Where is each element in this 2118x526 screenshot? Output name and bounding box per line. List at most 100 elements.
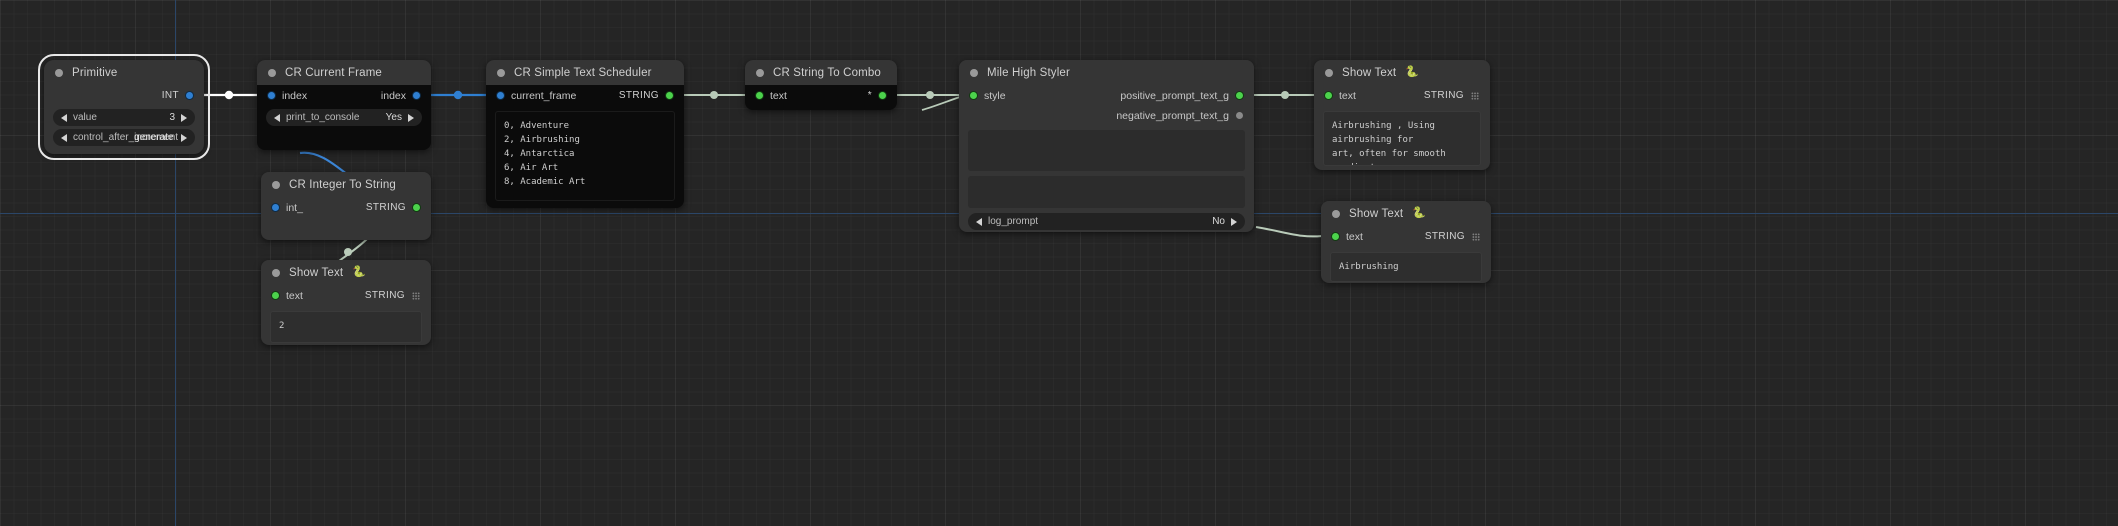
scheduler-io-row[interactable]: current_frame STRING [486,85,684,106]
collapse-dot-icon[interactable] [268,68,276,77]
collapse-dot-icon[interactable] [1325,68,1333,77]
node-show-text-top-right[interactable]: Show Text 🐍 text STRING Airbrushing , Us… [1314,60,1490,170]
node-cr-current-frame[interactable]: CR Current Frame index index print_to_co… [257,60,431,150]
resize-grip-icon[interactable] [412,291,420,300]
collapse-dot-icon[interactable] [497,68,505,77]
node-show-text-bottom-right[interactable]: Show Text 🐍 text STRING Airbrushing [1321,201,1491,283]
show-text-top-content[interactable]: Airbrushing , Using airbrushing for art,… [1323,111,1481,166]
styler-negative-label: negative_prompt_text_g [1116,109,1229,122]
positive-output-dot-icon[interactable] [1236,92,1243,99]
cr-current-frame-io-row[interactable]: index index [257,85,431,106]
int-input-dot-icon[interactable] [272,204,279,211]
index-input-dot-icon[interactable] [268,92,275,99]
node-show-text-bottom-left[interactable]: Show Text 🐍 text STRING 2 [261,260,431,345]
scheduler-output-slot[interactable]: STRING [619,90,673,101]
int-to-string-io-row[interactable]: int_ STRING [261,197,431,218]
combo-output-dot-icon[interactable] [879,92,886,99]
styler-style-row[interactable]: style positive_prompt_text_g [959,85,1254,106]
show-text-top-input-label: text [1339,89,1356,102]
style-input-dot-icon[interactable] [970,92,977,99]
node-cr-current-frame-title-bar[interactable]: CR Current Frame [257,60,431,85]
primitive-value-widget[interactable]: value 3 [53,109,195,126]
collapse-dot-icon[interactable] [756,68,764,77]
index-output-dot-icon[interactable] [413,92,420,99]
node-styler-title-bar[interactable]: Mile High Styler [959,60,1254,85]
show-text-bl-input-slot[interactable]: text [272,290,303,302]
node-show-text-br-title-bar[interactable]: Show Text 🐍 [1321,201,1491,226]
node-primitive[interactable]: Primitive INT value 3 control_after_ inc… [38,54,210,160]
node-show-text-top-title-bar[interactable]: Show Text 🐍 [1314,60,1490,85]
string-to-combo-input-slot[interactable]: text [756,90,787,102]
cr-current-frame-output-label: index [380,89,406,102]
current-frame-input-dot-icon[interactable] [497,92,504,99]
log-prev-arrow-icon[interactable] [976,217,982,226]
styler-positive-output-slot[interactable]: positive_prompt_text_g [1120,90,1243,102]
show-text-bl-io-row[interactable]: text STRING [261,285,431,306]
styler-negative-output-slot[interactable]: negative_prompt_text_g [1116,110,1243,122]
string-output-dot-icon[interactable] [413,204,420,211]
scheduler-input-slot[interactable]: current_frame [497,90,576,102]
primitive-control-value-b: generate [134,132,174,143]
show-text-bl-content[interactable]: 2 [270,311,422,343]
negative-output-dot-icon[interactable] [1236,112,1243,119]
collapse-dot-icon[interactable] [970,68,978,77]
print-to-console-widget[interactable]: print_to_console Yes [266,109,422,126]
show-text-br-content[interactable]: Airbrushing [1330,252,1482,282]
styler-panel-lower[interactable] [968,176,1245,208]
show-text-br-output-slot[interactable]: STRING [1425,231,1480,242]
styler-negative-row[interactable]: negative_prompt_text_g [959,106,1254,125]
node-mile-high-styler[interactable]: Mile High Styler style positive_prompt_t… [959,60,1254,232]
log-next-arrow-icon[interactable] [1231,217,1237,226]
show-text-top-io-row[interactable]: text STRING [1314,85,1490,106]
increment-arrow-icon[interactable] [181,113,187,122]
int-to-string-input-slot[interactable]: int_ [272,202,303,214]
primitive-control-widget[interactable]: control_after_ increment generate [53,129,195,146]
cr-current-frame-input-slot[interactable]: index [268,90,307,102]
show-text-top-input-slot[interactable]: text [1325,90,1356,102]
print-next-arrow-icon[interactable] [408,113,414,122]
collapse-dot-icon[interactable] [55,68,63,77]
string-to-combo-io-row[interactable]: text * [745,85,897,106]
node-show-text-bl-title-bar[interactable]: Show Text 🐍 [261,260,431,285]
log-prompt-widget[interactable]: log_prompt No [968,213,1245,230]
control-prev-arrow-icon[interactable] [61,133,67,142]
text-input-dot-icon[interactable] [756,92,763,99]
node-primitive-title-bar[interactable]: Primitive [44,60,204,85]
show-text-bl-output-slot[interactable]: STRING [365,290,420,301]
resize-grip-icon[interactable] [1471,91,1479,100]
node-styler-body: style positive_prompt_text_g negative_pr… [959,85,1254,230]
styler-panel-upper[interactable] [968,130,1245,171]
node-scheduler-title-bar[interactable]: CR Simple Text Scheduler [486,60,684,85]
node-string-to-combo-title-bar[interactable]: CR String To Combo [745,60,897,85]
node-cr-string-to-combo[interactable]: CR String To Combo text * [745,60,897,110]
decrement-arrow-icon[interactable] [61,113,67,122]
scheduler-text-area[interactable]: 0, Adventure 2, Airbrushing 4, Antarctic… [495,111,675,201]
collapse-dot-icon[interactable] [272,268,280,277]
text-input-dot-icon[interactable] [1332,233,1339,240]
primitive-output-slot[interactable]: INT [162,90,193,101]
cr-current-frame-output-slot[interactable]: index [381,90,420,102]
show-text-br-input-slot[interactable]: text [1332,231,1363,243]
show-text-br-io-row[interactable]: text STRING [1321,226,1491,247]
node-graph-canvas[interactable]: Primitive INT value 3 control_after_ inc… [0,0,2118,526]
string-to-combo-output-slot[interactable]: * [868,90,886,101]
control-next-arrow-icon[interactable] [181,133,187,142]
primitive-output-dot-icon[interactable] [186,92,193,99]
scheduler-input-label: current_frame [511,89,577,102]
resize-grip-icon[interactable] [1472,232,1480,241]
show-text-top-output-slot[interactable]: STRING [1424,90,1479,101]
node-cr-integer-to-string[interactable]: CR Integer To String int_ STRING [261,172,431,240]
styler-input-slot[interactable]: style [970,90,1006,102]
node-cr-simple-text-scheduler[interactable]: CR Simple Text Scheduler current_frame S… [486,60,684,208]
string-output-dot-icon[interactable] [666,92,673,99]
text-input-dot-icon[interactable] [272,292,279,299]
primitive-output-row[interactable]: INT [44,85,204,106]
int-to-string-output-slot[interactable]: STRING [366,202,420,213]
collapse-dot-icon[interactable] [272,180,280,189]
styler-input-label: style [984,89,1006,102]
text-input-dot-icon[interactable] [1325,92,1332,99]
print-prev-arrow-icon[interactable] [274,113,280,122]
collapse-dot-icon[interactable] [1332,209,1340,218]
node-int-to-string-title-bar[interactable]: CR Integer To String [261,172,431,197]
python-snake-icon: 🐍 [1412,207,1427,219]
